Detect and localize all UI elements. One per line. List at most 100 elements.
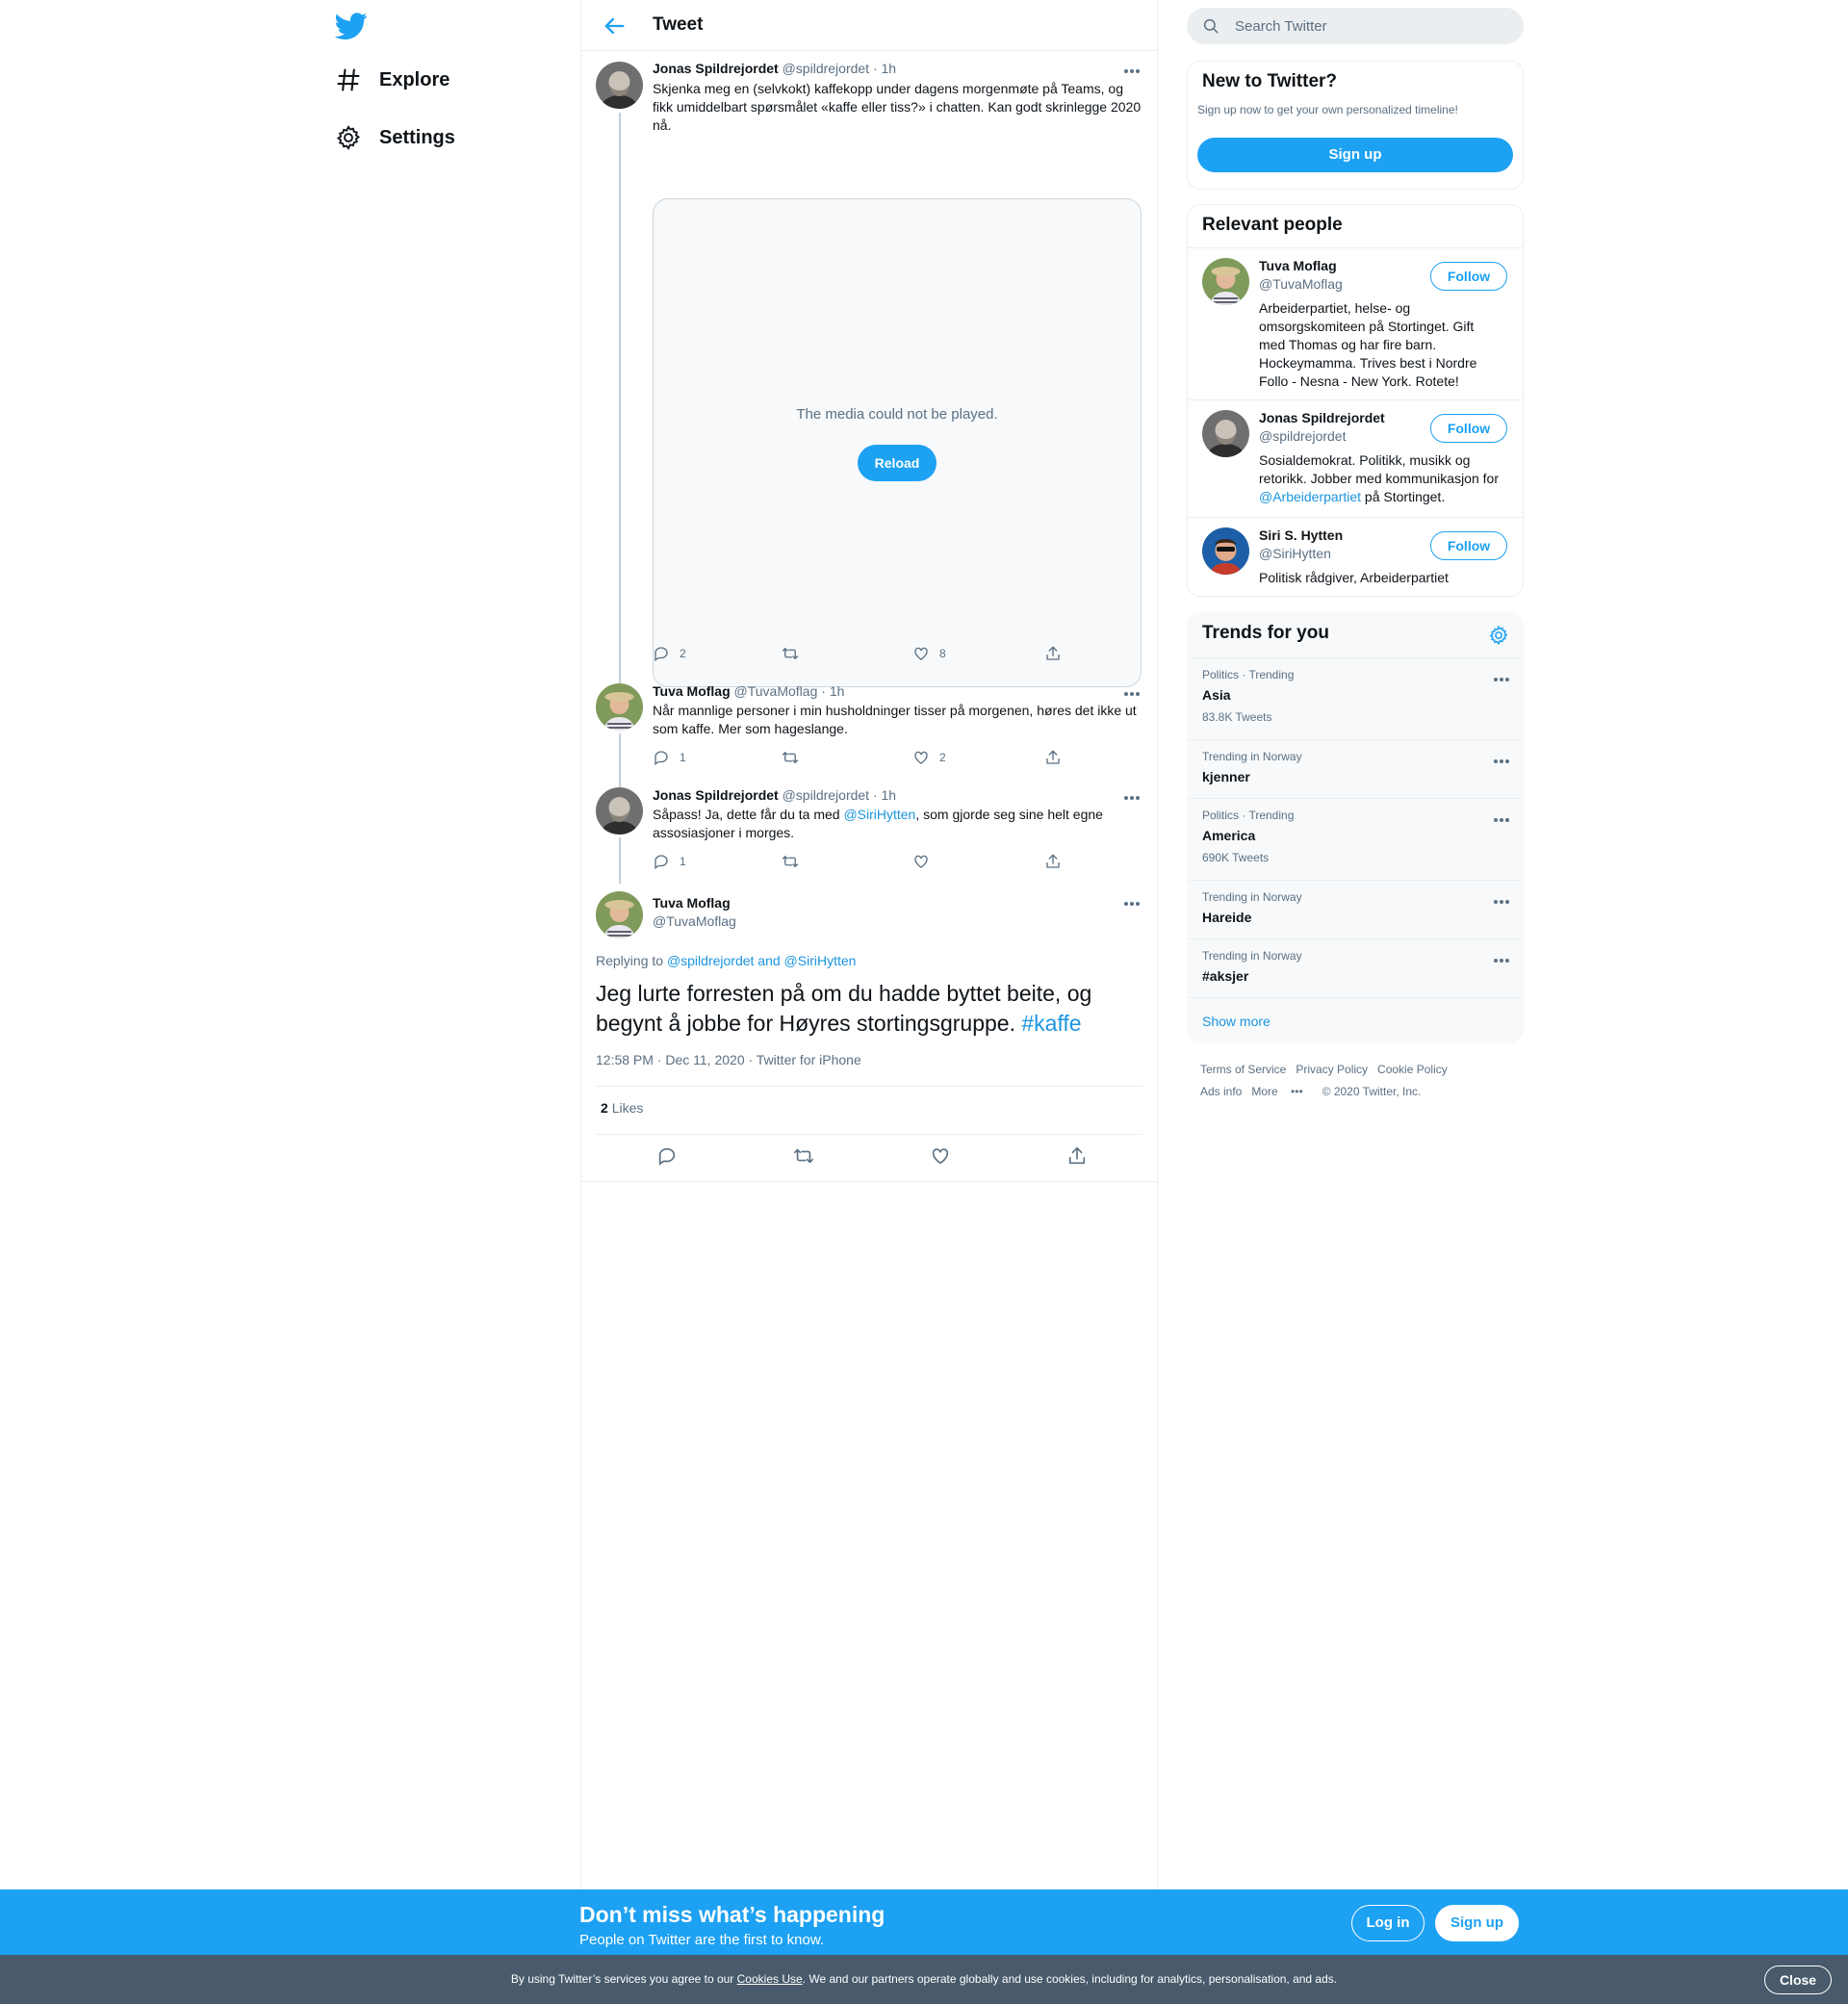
person-bio: Sosialdemokrat. Politikk, musikk og reto… <box>1259 451 1500 506</box>
retweet-icon[interactable] <box>793 1145 814 1167</box>
hashtag-link[interactable]: #kaffe <box>1021 1011 1081 1036</box>
ads-info-link[interactable]: Ads info <box>1200 1085 1242 1098</box>
more-options-icon[interactable] <box>1492 892 1511 912</box>
bio-text-part: på Stortinget. <box>1361 489 1446 504</box>
trend-context: Trending in Norway <box>1202 949 1302 963</box>
tweet-text: Jeg lurte forresten på om du hadde bytte… <box>596 979 1135 1039</box>
likes-summary[interactable]: 2 Likes <box>601 1100 643 1116</box>
person-card[interactable]: Jonas Spildrejordet @spildrejordet Follo… <box>1188 399 1523 517</box>
trend-count: 690K Tweets <box>1202 851 1270 864</box>
avatar[interactable] <box>596 891 643 938</box>
more-options-icon[interactable] <box>1492 752 1511 771</box>
cookie-text-part: . We and our partners operate globally a… <box>802 1972 1338 1986</box>
replying-to-links[interactable]: @spildrejordet and @SiriHytten <box>667 953 857 968</box>
trend-name: #aksjer <box>1202 968 1249 984</box>
panel-title: New to Twitter? <box>1202 71 1338 91</box>
trend-context: Politics · Trending <box>1202 668 1295 681</box>
reply-icon[interactable] <box>656 1145 678 1167</box>
avatar[interactable] <box>1202 410 1249 457</box>
person-card[interactable]: Tuva Moflag @TuvaMoflag Follow Arbeiderp… <box>1188 247 1523 399</box>
person-handle[interactable]: @TuvaMoflag <box>1259 276 1343 292</box>
sign-up-button[interactable]: Sign up <box>1435 1905 1519 1941</box>
tweet-timestamp[interactable]: 12:58 PM · Dec 11, 2020 · Twitter for iP… <box>596 1052 861 1067</box>
avatar[interactable] <box>1202 527 1249 575</box>
focused-tweet: Tuva Moflag @TuvaMoflag Replying to @spi… <box>581 0 1157 1184</box>
privacy-link[interactable]: Privacy Policy <box>1296 1063 1368 1076</box>
divider <box>596 1086 1142 1087</box>
person-handle[interactable]: @spildrejordet <box>1259 428 1346 444</box>
person-name[interactable]: Jonas Spildrejordet <box>1259 410 1385 425</box>
cookie-text-part: By using Twitter’s services you agree to… <box>510 1972 737 1986</box>
follow-button[interactable]: Follow <box>1430 262 1507 291</box>
follow-button[interactable]: Follow <box>1430 414 1507 443</box>
new-to-twitter-panel: New to Twitter? Sign up now to get your … <box>1187 61 1524 190</box>
person-card[interactable]: Siri S. Hytten @SiriHytten Follow Politi… <box>1188 517 1523 596</box>
trend-item[interactable]: Trending in Norway Hareide <box>1188 880 1523 938</box>
cookie-policy-link[interactable]: Cookie Policy <box>1377 1063 1448 1076</box>
trend-context: Trending in Norway <box>1202 890 1302 904</box>
follow-button[interactable]: Follow <box>1430 531 1507 560</box>
terms-link[interactable]: Terms of Service <box>1200 1063 1286 1076</box>
cookies-use-link[interactable]: Cookies Use <box>737 1972 803 1986</box>
show-more-link[interactable]: Show more <box>1202 1014 1270 1029</box>
trend-item[interactable]: Trending in Norway kjenner <box>1188 739 1523 798</box>
share-icon[interactable] <box>1066 1145 1088 1167</box>
person-name[interactable]: Siri S. Hytten <box>1259 527 1343 543</box>
more-options-icon[interactable] <box>1492 810 1511 830</box>
person-handle[interactable]: @SiriHytten <box>1259 546 1331 561</box>
replying-prefix: Replying to <box>596 953 667 968</box>
search-bar[interactable] <box>1187 8 1524 44</box>
sign-up-button[interactable]: Sign up <box>1197 138 1513 172</box>
author-name[interactable]: Tuva Moflag <box>653 895 731 911</box>
mention-link[interactable]: @Arbeiderpartiet <box>1259 489 1361 504</box>
trend-name: Asia <box>1202 687 1231 703</box>
relevant-people-panel: Relevant people Tuva Moflag @TuvaMoflag … <box>1187 204 1524 597</box>
trend-name: America <box>1202 828 1256 843</box>
copyright: © 2020 Twitter, Inc. <box>1322 1085 1422 1098</box>
likes-label: Likes <box>611 1100 644 1116</box>
person-name[interactable]: Tuva Moflag <box>1259 258 1337 273</box>
likes-count: 2 <box>601 1100 608 1116</box>
main-column: Tweet Jonas Spildrejordet @spildrejordet… <box>580 0 1158 1889</box>
trend-item[interactable]: Trending in Norway #aksjer <box>1188 938 1523 997</box>
trend-item[interactable]: Politics · Trending Asia 83.8K Tweets <box>1188 657 1523 739</box>
cookie-banner: By using Twitter’s services you agree to… <box>0 1955 1848 2004</box>
search-icon <box>1203 18 1219 34</box>
panel-title: Trends for you <box>1202 623 1329 643</box>
panel-subtitle: Sign up now to get your own personalized… <box>1197 103 1458 116</box>
footer-links: Terms of Service Privacy Policy Cookie Pol… <box>1200 1059 1518 1103</box>
heart-icon[interactable] <box>930 1145 951 1167</box>
close-button[interactable]: Close <box>1764 1965 1832 1994</box>
more-label: More <box>1251 1085 1278 1098</box>
hashtag-icon <box>335 66 362 93</box>
divider <box>596 1134 1142 1135</box>
more-link[interactable]: More ••• <box>1251 1085 1312 1098</box>
more-dots-icon: ••• <box>1291 1085 1303 1098</box>
more-options-icon[interactable] <box>1492 670 1511 689</box>
show-more-row[interactable]: Show more <box>1188 997 1523 1042</box>
nav-item-label: Explore <box>379 68 450 90</box>
replying-to: Replying to @spildrejordet and @SiriHytt… <box>596 953 856 968</box>
trend-context: Politics · Trending <box>1202 809 1295 822</box>
prompt-title: Don’t miss what’s happening <box>579 1902 886 1927</box>
log-in-button[interactable]: Log in <box>1351 1905 1424 1941</box>
trend-name: kjenner <box>1202 769 1250 784</box>
trend-context: Trending in Norway <box>1202 750 1302 763</box>
nav-item-label: Settings <box>379 126 455 148</box>
more-options-icon[interactable] <box>1122 894 1142 913</box>
avatar[interactable] <box>1202 258 1249 305</box>
more-options-icon[interactable] <box>1492 951 1511 970</box>
trends-panel: Trends for you Politics · Trending Asia … <box>1187 612 1524 1043</box>
bio-text-part: Sosialdemokrat. Politikk, musikk og reto… <box>1259 452 1499 486</box>
tweet-text-part: Jeg lurte forresten på om du hadde bytte… <box>596 981 1092 1036</box>
nav-item-explore[interactable]: Explore <box>335 56 449 104</box>
prompt-subtitle: People on Twitter are the first to know. <box>579 1932 825 1948</box>
person-bio: Politisk rådgiver, Arbeiderpartiet <box>1259 570 1449 585</box>
twitter-logo-icon[interactable] <box>335 10 368 42</box>
trend-item[interactable]: Politics · Trending America 690K Tweets <box>1188 798 1523 880</box>
signup-prompt-bar: Don’t miss what’s happening People on Tw… <box>0 1889 1848 1955</box>
gear-icon[interactable] <box>1488 625 1509 646</box>
author-handle[interactable]: @TuvaMoflag <box>653 913 736 929</box>
nav-item-settings[interactable]: Settings <box>335 114 455 162</box>
search-input[interactable] <box>1235 8 1504 44</box>
